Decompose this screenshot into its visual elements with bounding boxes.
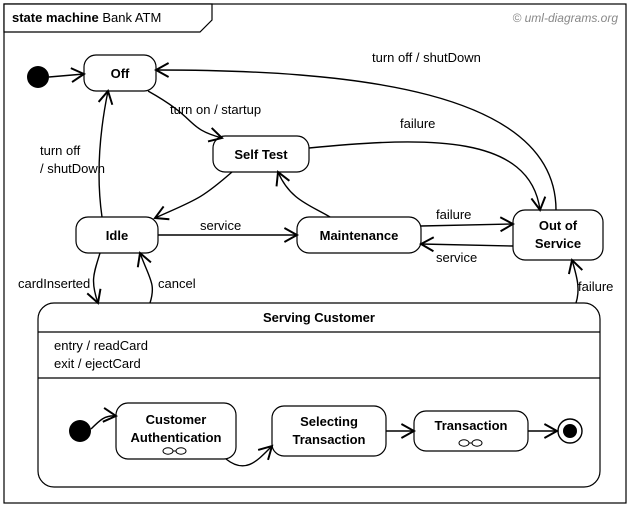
- frame-kind: state machine Bank ATM: [12, 10, 161, 25]
- state-off-label: Off: [111, 66, 130, 81]
- state-select-label1: Selecting: [300, 414, 358, 429]
- state-serving-title: Serving Customer: [263, 310, 375, 325]
- tr-idle-maint-label: service: [200, 218, 241, 233]
- tr-out-maint-label: service: [436, 250, 477, 265]
- state-select-label2: Transaction: [293, 432, 366, 447]
- initial-state: [27, 66, 49, 88]
- tr-idle-serving-label: cardInserted: [18, 276, 90, 291]
- serving-exit: exit / ejectCard: [54, 356, 141, 371]
- state-serving: [38, 303, 600, 487]
- state-outofservice-label2: Service: [535, 236, 581, 251]
- tr-idle-off-label2: / shutDown: [40, 161, 105, 176]
- tr-maint-out-label: failure: [436, 207, 471, 222]
- tr-idle-off-label1: turn off: [40, 143, 81, 158]
- tr-serving-out-label: failure: [578, 279, 613, 294]
- state-auth-label2: Authentication: [131, 430, 222, 445]
- tr-selftest-out-label: failure: [400, 116, 435, 131]
- serving-final-inner: [563, 424, 577, 438]
- state-outofservice-label1: Out of: [539, 218, 578, 233]
- tr-off-selftest-label: turn on / startup: [170, 102, 261, 117]
- state-auth-label1: Customer: [146, 412, 207, 427]
- state-selftest-label: Self Test: [234, 147, 288, 162]
- state-maintenance-label: Maintenance: [320, 228, 399, 243]
- serving-initial: [69, 420, 91, 442]
- state-idle-label: Idle: [106, 228, 128, 243]
- tr-serving-idle-label: cancel: [158, 276, 196, 291]
- state-trans-label: Transaction: [435, 418, 508, 433]
- copyright: © uml-diagrams.org: [512, 11, 618, 25]
- serving-entry: entry / readCard: [54, 338, 148, 353]
- tr-out-off-label: turn off / shutDown: [372, 50, 481, 65]
